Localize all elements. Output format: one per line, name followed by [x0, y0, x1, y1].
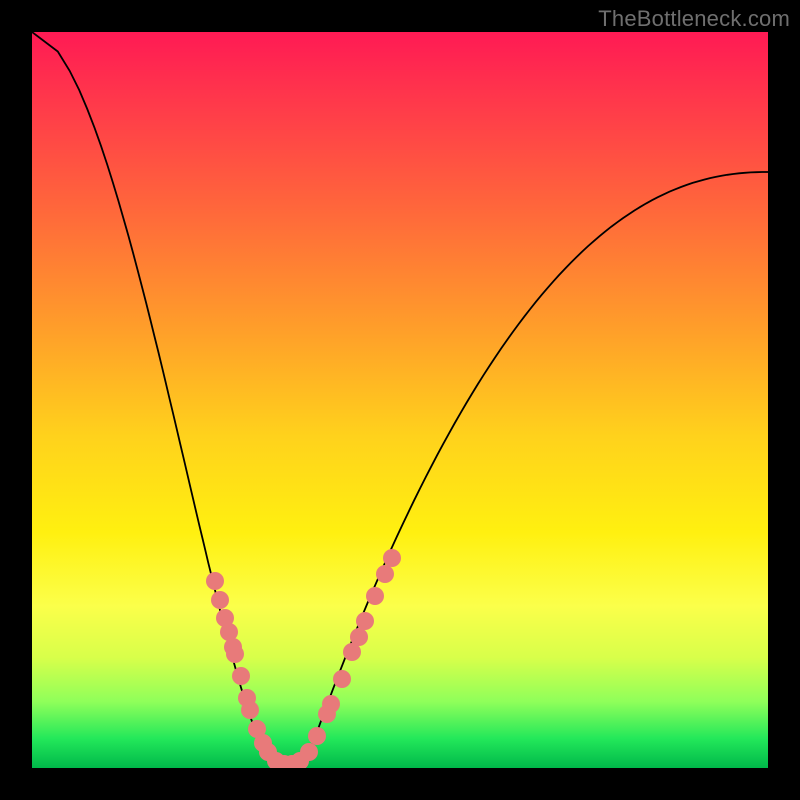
data-dot — [366, 587, 384, 605]
bottleneck-curve — [32, 32, 768, 768]
data-dot — [356, 612, 374, 630]
chart-frame: TheBottleneck.com — [0, 0, 800, 800]
plot-area — [32, 32, 768, 768]
data-dot — [376, 565, 394, 583]
data-dot — [383, 549, 401, 567]
data-dot — [226, 645, 244, 663]
data-dot — [308, 727, 326, 745]
data-dot — [322, 695, 340, 713]
data-dot — [350, 628, 368, 646]
data-dot — [241, 701, 259, 719]
data-dots — [206, 549, 401, 768]
watermark-text: TheBottleneck.com — [598, 6, 790, 32]
data-dot — [206, 572, 224, 590]
data-dot — [333, 670, 351, 688]
data-dot — [211, 591, 229, 609]
data-dot — [300, 743, 318, 761]
data-dot — [232, 667, 250, 685]
chart-svg — [32, 32, 768, 768]
